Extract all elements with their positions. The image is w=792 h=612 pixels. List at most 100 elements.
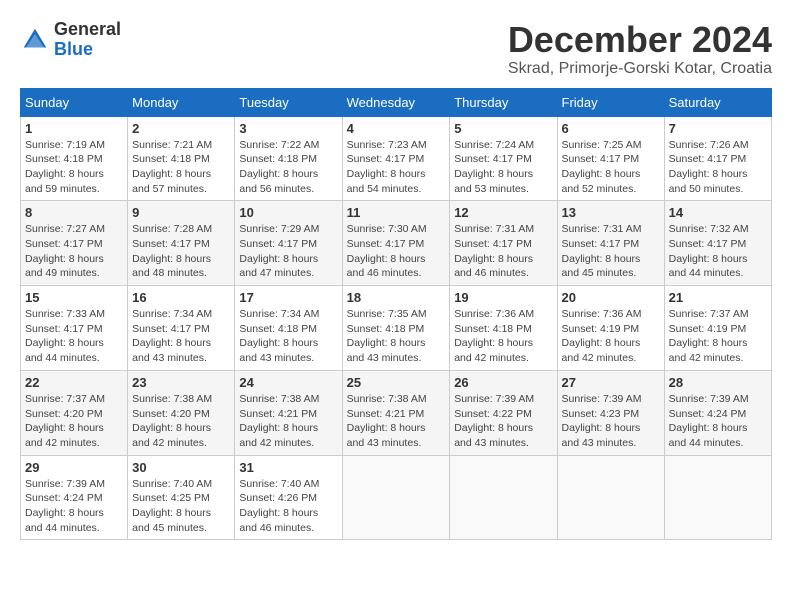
calendar-body: 1 Sunrise: 7:19 AM Sunset: 4:18 PM Daylig… [21,116,772,540]
day-info: Sunrise: 7:39 AM Sunset: 4:24 PM Dayligh… [669,392,767,451]
calendar-cell: 13 Sunrise: 7:31 AM Sunset: 4:17 PM Dayli… [557,201,664,286]
calendar-cell: 6 Sunrise: 7:25 AM Sunset: 4:17 PM Daylig… [557,116,664,201]
day-number: 29 [25,460,123,475]
calendar-week-5: 29Sunrise: 7:39 AM Sunset: 4:24 PM Dayli… [21,455,772,540]
calendar-cell: 26Sunrise: 7:39 AM Sunset: 4:22 PM Dayli… [450,370,557,455]
calendar-cell: 2Sunrise: 7:21 AM Sunset: 4:18 PM Daylig… [128,116,235,201]
day-info: Sunrise: 7:37 AM Sunset: 4:19 PM Dayligh… [669,307,767,366]
day-number: 25 [347,375,446,390]
day-info: Sunrise: 7:37 AM Sunset: 4:20 PM Dayligh… [25,392,123,451]
day-number: 4 [347,121,446,136]
logo-blue: Blue [54,39,93,59]
calendar-week-2: 8 Sunrise: 7:27 AM Sunset: 4:17 PM Daylig… [21,201,772,286]
location: Skrad, Primorje-Gorski Kotar, Croatia [508,60,772,78]
day-info: Sunrise: 7:26 AM Sunset: 4:17 PM Dayligh… [669,138,767,197]
col-header-wednesday: Wednesday [342,88,450,116]
col-header-thursday: Thursday [450,88,557,116]
day-info: Sunrise: 7:23 AM Sunset: 4:17 PM Dayligh… [347,138,446,197]
day-info: Sunrise: 7:32 AM Sunset: 4:17 PM Dayligh… [669,222,767,281]
calendar-cell: 12 Sunrise: 7:31 AM Sunset: 4:17 PM Dayli… [450,201,557,286]
day-info: Sunrise: 7:34 AM Sunset: 4:17 PM Dayligh… [132,307,230,366]
calendar-cell: 29Sunrise: 7:39 AM Sunset: 4:24 PM Dayli… [21,455,128,540]
day-number: 17 [239,290,337,305]
day-info: Sunrise: 7:34 AM Sunset: 4:18 PM Dayligh… [239,307,337,366]
day-info: Sunrise: 7:36 AM Sunset: 4:18 PM Dayligh… [454,307,552,366]
day-info: Sunrise: 7:38 AM Sunset: 4:21 PM Dayligh… [347,392,446,451]
day-number: 8 [25,205,123,220]
calendar-cell [450,455,557,540]
calendar-cell: 30 Sunrise: 7:40 AM Sunset: 4:25 PM Dayli… [128,455,235,540]
day-number: 19 [454,290,552,305]
logo-general: General [54,19,121,39]
day-info: Sunrise: 7:33 AM Sunset: 4:17 PM Dayligh… [25,307,123,366]
col-header-sunday: Sunday [21,88,128,116]
day-info: Sunrise: 7:27 AM Sunset: 4:17 PM Dayligh… [25,222,123,281]
calendar-cell: 16Sunrise: 7:34 AM Sunset: 4:17 PM Dayli… [128,286,235,371]
day-number: 12 [454,205,552,220]
calendar-cell: 27Sunrise: 7:39 AM Sunset: 4:23 PM Dayli… [557,370,664,455]
day-info: Sunrise: 7:22 AM Sunset: 4:18 PM Dayligh… [239,138,337,197]
month-title: December 2024 [508,20,772,60]
calendar-cell: 8 Sunrise: 7:27 AM Sunset: 4:17 PM Daylig… [21,201,128,286]
logo-icon [20,25,50,55]
calendar-cell: 24 Sunrise: 7:38 AM Sunset: 4:21 PM Dayli… [235,370,342,455]
day-info: Sunrise: 7:28 AM Sunset: 4:17 PM Dayligh… [132,222,230,281]
calendar-cell: 21 Sunrise: 7:37 AM Sunset: 4:19 PM Dayli… [664,286,771,371]
calendar-cell: 25 Sunrise: 7:38 AM Sunset: 4:21 PM Dayli… [342,370,450,455]
col-header-monday: Monday [128,88,235,116]
calendar-cell: 20Sunrise: 7:36 AM Sunset: 4:19 PM Dayli… [557,286,664,371]
calendar-week-3: 15 Sunrise: 7:33 AM Sunset: 4:17 PM Dayli… [21,286,772,371]
day-number: 27 [562,375,660,390]
day-number: 11 [347,205,446,220]
col-header-saturday: Saturday [664,88,771,116]
day-number: 1 [25,121,123,136]
day-info: Sunrise: 7:35 AM Sunset: 4:18 PM Dayligh… [347,307,446,366]
day-info: Sunrise: 7:25 AM Sunset: 4:17 PM Dayligh… [562,138,660,197]
day-info: Sunrise: 7:24 AM Sunset: 4:17 PM Dayligh… [454,138,552,197]
day-info: Sunrise: 7:31 AM Sunset: 4:17 PM Dayligh… [562,222,660,281]
day-number: 21 [669,290,767,305]
day-info: Sunrise: 7:19 AM Sunset: 4:18 PM Dayligh… [25,138,123,197]
day-number: 2 [132,121,230,136]
day-number: 18 [347,290,446,305]
calendar-cell: 19 Sunrise: 7:36 AM Sunset: 4:18 PM Dayli… [450,286,557,371]
logo-text: General Blue [54,20,121,60]
day-number: 6 [562,121,660,136]
calendar-table: SundayMondayTuesdayWednesdayThursdayFrid… [20,88,772,541]
day-number: 13 [562,205,660,220]
calendar-cell: 5 Sunrise: 7:24 AM Sunset: 4:17 PM Daylig… [450,116,557,201]
calendar-cell: 3Sunrise: 7:22 AM Sunset: 4:18 PM Daylig… [235,116,342,201]
logo: General Blue [20,20,121,60]
calendar-cell [557,455,664,540]
day-info: Sunrise: 7:38 AM Sunset: 4:21 PM Dayligh… [239,392,337,451]
day-number: 24 [239,375,337,390]
day-number: 5 [454,121,552,136]
day-number: 31 [239,460,337,475]
day-number: 7 [669,121,767,136]
day-number: 15 [25,290,123,305]
calendar-cell: 9Sunrise: 7:28 AM Sunset: 4:17 PM Daylig… [128,201,235,286]
col-header-friday: Friday [557,88,664,116]
calendar-cell: 7 Sunrise: 7:26 AM Sunset: 4:17 PM Daylig… [664,116,771,201]
day-info: Sunrise: 7:31 AM Sunset: 4:17 PM Dayligh… [454,222,552,281]
day-info: Sunrise: 7:29 AM Sunset: 4:17 PM Dayligh… [239,222,337,281]
day-number: 22 [25,375,123,390]
day-number: 28 [669,375,767,390]
day-number: 23 [132,375,230,390]
calendar-cell: 23Sunrise: 7:38 AM Sunset: 4:20 PM Dayli… [128,370,235,455]
calendar-cell: 28 Sunrise: 7:39 AM Sunset: 4:24 PM Dayli… [664,370,771,455]
day-info: Sunrise: 7:40 AM Sunset: 4:26 PM Dayligh… [239,477,337,536]
day-number: 26 [454,375,552,390]
calendar-cell: 17 Sunrise: 7:34 AM Sunset: 4:18 PM Dayli… [235,286,342,371]
title-block: December 2024 Skrad, Primorje-Gorski Kot… [508,20,772,78]
calendar-cell [664,455,771,540]
calendar-week-4: 22 Sunrise: 7:37 AM Sunset: 4:20 PM Dayli… [21,370,772,455]
calendar-cell: 14 Sunrise: 7:32 AM Sunset: 4:17 PM Dayli… [664,201,771,286]
day-number: 30 [132,460,230,475]
calendar-cell: 4 Sunrise: 7:23 AM Sunset: 4:17 PM Daylig… [342,116,450,201]
calendar-cell: 1 Sunrise: 7:19 AM Sunset: 4:18 PM Daylig… [21,116,128,201]
day-info: Sunrise: 7:40 AM Sunset: 4:25 PM Dayligh… [132,477,230,536]
calendar-cell: 10Sunrise: 7:29 AM Sunset: 4:17 PM Dayli… [235,201,342,286]
day-info: Sunrise: 7:36 AM Sunset: 4:19 PM Dayligh… [562,307,660,366]
day-number: 14 [669,205,767,220]
